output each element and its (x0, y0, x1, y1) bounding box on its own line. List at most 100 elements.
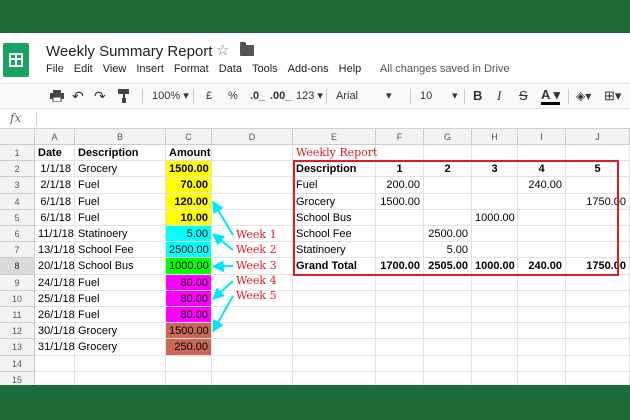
row-header-4[interactable]: 4 (0, 193, 35, 210)
report-value[interactable] (518, 209, 566, 226)
row-header-14[interactable]: 14 (0, 355, 35, 372)
row-header-11[interactable]: 11 (0, 307, 35, 324)
entry-description[interactable]: Fuel (75, 177, 166, 194)
report-value[interactable] (518, 193, 566, 210)
cell[interactable] (518, 145, 566, 162)
entry-description[interactable]: Fuel (75, 193, 166, 210)
column-header-i[interactable]: I (518, 129, 566, 145)
cell[interactable] (424, 290, 472, 307)
entry-description[interactable]: Statinoery (75, 226, 166, 243)
report-value[interactable]: 1000.00 (472, 209, 518, 226)
cell[interactable] (424, 323, 472, 340)
column-header-j[interactable]: J (566, 129, 630, 145)
cell[interactable] (293, 323, 376, 340)
cell[interactable] (212, 371, 293, 385)
cell[interactable] (212, 161, 293, 178)
menu-edit[interactable]: Edit (74, 63, 93, 79)
cell[interactable] (376, 274, 424, 291)
entry-date[interactable]: 1/1/18 (35, 161, 75, 178)
cell[interactable] (518, 339, 566, 356)
grand-total-value[interactable]: 2505.00 (424, 258, 472, 275)
cell[interactable] (472, 323, 518, 340)
cell[interactable] (518, 371, 566, 385)
cell[interactable] (35, 355, 75, 372)
entry-description[interactable]: Fuel (75, 307, 166, 324)
entry-date[interactable]: 6/1/18 (35, 193, 75, 210)
row-header-10[interactable]: 10 (0, 290, 35, 307)
report-row-label[interactable]: Grocery (293, 193, 376, 210)
entry-description[interactable]: Grocery (75, 323, 166, 340)
redo-icon[interactable]: ↷ (94, 88, 106, 104)
grand-total-value[interactable]: 1000.00 (472, 258, 518, 275)
grand-total-value[interactable]: 240.00 (518, 258, 566, 275)
column-header-f[interactable]: F (376, 129, 424, 145)
fill-color-icon[interactable]: ◈▾ (576, 88, 591, 104)
select-all-corner[interactable] (0, 129, 35, 145)
entry-amount[interactable]: 120.00 (166, 193, 212, 210)
save-status[interactable]: All changes saved in Drive (380, 63, 510, 75)
cell[interactable] (472, 145, 518, 162)
entry-amount[interactable]: 1500.00 (166, 323, 212, 340)
cell[interactable] (472, 339, 518, 356)
cell[interactable] (376, 371, 424, 385)
cell[interactable] (75, 371, 166, 385)
currency-button[interactable]: £ (206, 88, 212, 104)
folder-icon[interactable] (240, 42, 254, 56)
grand-total-value[interactable]: 1750.00 (566, 258, 630, 275)
cell[interactable] (166, 371, 212, 385)
font-size-select[interactable]: 10 ▾ (420, 88, 462, 104)
cell[interactable] (293, 355, 376, 372)
cell[interactable] (472, 290, 518, 307)
cell[interactable] (35, 371, 75, 385)
cell[interactable] (212, 177, 293, 194)
cell[interactable] (293, 307, 376, 324)
cell[interactable] (518, 323, 566, 340)
entry-description[interactable]: Grocery (75, 161, 166, 178)
menu-addons[interactable]: Add-ons (288, 63, 329, 79)
report-row-label[interactable]: School Fee (293, 226, 376, 243)
cell[interactable] (518, 355, 566, 372)
column-header-a[interactable]: A (35, 129, 75, 145)
row-header-9[interactable]: 9 (0, 274, 35, 291)
entry-description[interactable]: Fuel (75, 290, 166, 307)
cell[interactable] (566, 323, 630, 340)
entry-amount[interactable]: 10.00 (166, 209, 212, 226)
entry-date[interactable]: 2/1/18 (35, 177, 75, 194)
cell[interactable] (376, 355, 424, 372)
cell[interactable] (424, 307, 472, 324)
report-row-label[interactable]: Fuel (293, 177, 376, 194)
cell[interactable] (212, 339, 293, 356)
menu-insert[interactable]: Insert (136, 63, 164, 79)
cell[interactable] (518, 307, 566, 324)
font-select[interactable]: Arial ▾ (336, 88, 396, 104)
menu-tools[interactable]: Tools (252, 63, 278, 79)
more-formats-select[interactable]: 123 ▾ (296, 88, 323, 104)
cell[interactable] (376, 145, 424, 162)
report-value[interactable]: 2500.00 (424, 226, 472, 243)
entry-amount[interactable]: 80.00 (166, 307, 212, 324)
entry-amount[interactable]: 2500.00 (166, 242, 212, 259)
menu-data[interactable]: Data (219, 63, 242, 79)
report-row-label[interactable]: School Bus (293, 209, 376, 226)
increase-decimal-button[interactable]: .00_ (270, 88, 291, 104)
cell[interactable] (566, 290, 630, 307)
row-header-3[interactable]: 3 (0, 177, 35, 194)
entry-amount[interactable]: 1500.00 (166, 161, 212, 178)
report-value[interactable] (472, 177, 518, 194)
entry-description[interactable]: Fuel (75, 274, 166, 291)
decrease-decimal-button[interactable]: .0_ (250, 88, 265, 104)
report-value[interactable] (424, 209, 472, 226)
entry-amount[interactable]: 70.00 (166, 177, 212, 194)
report-value[interactable]: 1750.00 (566, 193, 630, 210)
cell[interactable] (472, 307, 518, 324)
entry-date[interactable]: 24/1/18 (35, 274, 75, 291)
cell[interactable] (424, 355, 472, 372)
cell[interactable] (212, 323, 293, 340)
row-header-6[interactable]: 6 (0, 226, 35, 243)
cell[interactable] (566, 145, 630, 162)
cell[interactable] (566, 307, 630, 324)
report-value[interactable]: 1500.00 (376, 193, 424, 210)
report-header-cell[interactable]: Description (293, 161, 376, 178)
report-value[interactable]: 200.00 (376, 177, 424, 194)
menu-view[interactable]: View (103, 63, 127, 79)
